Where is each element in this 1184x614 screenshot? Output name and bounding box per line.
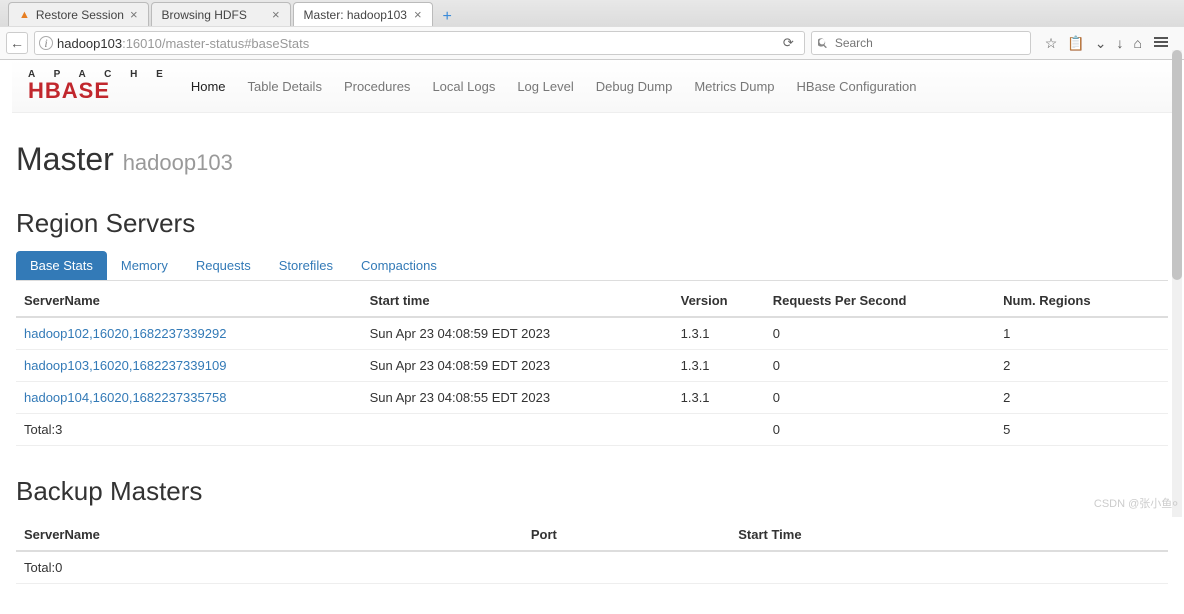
tab-requests[interactable]: Requests bbox=[182, 251, 265, 280]
info-icon[interactable]: i bbox=[39, 36, 53, 50]
browser-tab[interactable]: Browsing HDFS × bbox=[151, 2, 291, 26]
cell-total: Total:0 bbox=[16, 551, 523, 584]
url-bar[interactable]: i hadoop103:16010/master-status#baseStat… bbox=[34, 31, 805, 55]
watermark: CSDN @张小鱼० bbox=[1094, 495, 1178, 511]
nav-link-debug-dump[interactable]: Debug Dump bbox=[596, 79, 673, 94]
url-text[interactable]: hadoop103:16010/master-status#baseStats bbox=[57, 36, 777, 51]
col-starttime: Start time bbox=[362, 285, 673, 317]
server-link[interactable]: hadoop103,16020,1682237339109 bbox=[24, 358, 226, 373]
col-servername: ServerName bbox=[16, 519, 523, 551]
backup-masters-heading: Backup Masters bbox=[16, 476, 1168, 507]
tab-label: Master: hadoop103 bbox=[304, 8, 407, 22]
logo-main: HBASE bbox=[28, 80, 171, 102]
col-regions: Num. Regions bbox=[995, 285, 1168, 317]
table-row: Total:0 bbox=[16, 551, 1168, 584]
cell-server: hadoop102,16020,1682237339292 bbox=[16, 317, 362, 350]
table-row: hadoop102,16020,1682237339292 Sun Apr 23 … bbox=[16, 317, 1168, 350]
clipboard-icon[interactable]: 📋 bbox=[1067, 35, 1084, 52]
cell-rps: 0 bbox=[765, 350, 995, 382]
cell-start: Sun Apr 23 04:08:59 EDT 2023 bbox=[362, 350, 673, 382]
cell-total: Total:3 bbox=[16, 414, 362, 446]
cell-server: hadoop103,16020,1682237339109 bbox=[16, 350, 362, 382]
col-servername: ServerName bbox=[16, 285, 362, 317]
cell-rps: 0 bbox=[765, 382, 995, 414]
nav-links: Home Table Details Procedures Local Logs… bbox=[191, 79, 917, 94]
nav-bar: ← i hadoop103:16010/master-status#baseSt… bbox=[0, 26, 1184, 59]
nav-link-hbase-config[interactable]: HBase Configuration bbox=[797, 79, 917, 94]
nav-link-log-level[interactable]: Log Level bbox=[517, 79, 573, 94]
server-link[interactable]: hadoop104,16020,1682237335758 bbox=[24, 390, 226, 405]
close-icon[interactable]: × bbox=[414, 7, 422, 22]
cell-start: Sun Apr 23 04:08:59 EDT 2023 bbox=[362, 317, 673, 350]
cell-start: Sun Apr 23 04:08:55 EDT 2023 bbox=[362, 382, 673, 414]
menu-icon[interactable] bbox=[1152, 35, 1170, 52]
cell-version: 1.3.1 bbox=[673, 317, 765, 350]
app-navbar: A P A C H E HBASE Home Table Details Pro… bbox=[12, 60, 1172, 113]
nav-link-table-details[interactable]: Table Details bbox=[248, 79, 322, 94]
tab-base-stats[interactable]: Base Stats bbox=[16, 251, 107, 280]
nav-link-metrics-dump[interactable]: Metrics Dump bbox=[694, 79, 774, 94]
home-icon[interactable]: ⌂ bbox=[1134, 35, 1142, 52]
cell-regions: 1 bbox=[995, 317, 1168, 350]
col-rps: Requests Per Second bbox=[765, 285, 995, 317]
search-icon bbox=[818, 37, 829, 49]
search-box[interactable] bbox=[811, 31, 1031, 55]
close-icon[interactable]: × bbox=[272, 7, 280, 22]
browser-chrome: ▲ Restore Session × Browsing HDFS × Mast… bbox=[0, 0, 1184, 60]
cell-rps: 0 bbox=[765, 414, 995, 446]
tab-label: Restore Session bbox=[36, 8, 124, 22]
scrollbar[interactable] bbox=[1172, 50, 1182, 517]
back-button[interactable]: ← bbox=[6, 32, 28, 54]
tab-compactions[interactable]: Compactions bbox=[347, 251, 451, 280]
cell-rps: 0 bbox=[765, 317, 995, 350]
region-servers-tabs: Base Stats Memory Requests Storefiles Co… bbox=[16, 251, 1168, 281]
pocket-icon[interactable]: ⌄ bbox=[1095, 35, 1107, 52]
page-title: Master hadoop103 bbox=[16, 141, 1168, 178]
nav-link-procedures[interactable]: Procedures bbox=[344, 79, 410, 94]
page: A P A C H E HBASE Home Table Details Pro… bbox=[12, 60, 1172, 614]
toolbar-icons: ☆ 📋 ⌄ ↓ ⌂ bbox=[1037, 35, 1178, 52]
page-subtitle: hadoop103 bbox=[123, 150, 233, 175]
col-port: Port bbox=[523, 519, 730, 551]
col-starttime: Start Time bbox=[730, 519, 1168, 551]
cell-server: hadoop104,16020,1682237335758 bbox=[16, 382, 362, 414]
cell-version: 1.3.1 bbox=[673, 382, 765, 414]
nav-link-home[interactable]: Home bbox=[191, 79, 226, 94]
tab-storefiles[interactable]: Storefiles bbox=[265, 251, 347, 280]
table-row: hadoop103,16020,1682237339109 Sun Apr 23 … bbox=[16, 350, 1168, 382]
bookmark-icon[interactable]: ☆ bbox=[1045, 35, 1058, 52]
cell-regions: 2 bbox=[995, 350, 1168, 382]
col-version: Version bbox=[673, 285, 765, 317]
table-row: Total:3 05 bbox=[16, 414, 1168, 446]
download-icon[interactable]: ↓ bbox=[1117, 35, 1124, 52]
search-input[interactable] bbox=[835, 36, 1024, 50]
warning-icon: ▲ bbox=[19, 9, 30, 21]
tab-memory[interactable]: Memory bbox=[107, 251, 182, 280]
hbase-logo: A P A C H E HBASE bbox=[28, 70, 171, 102]
tab-strip: ▲ Restore Session × Browsing HDFS × Mast… bbox=[0, 0, 1184, 26]
browser-tab[interactable]: Master: hadoop103 × bbox=[293, 2, 433, 26]
cell-regions: 2 bbox=[995, 382, 1168, 414]
close-icon[interactable]: × bbox=[130, 7, 138, 22]
region-servers-table: ServerName Start time Version Requests P… bbox=[16, 285, 1168, 446]
cell-version: 1.3.1 bbox=[673, 350, 765, 382]
backup-masters-table: ServerName Port Start Time Total:0 bbox=[16, 519, 1168, 584]
browser-tab[interactable]: ▲ Restore Session × bbox=[8, 2, 149, 26]
nav-link-local-logs[interactable]: Local Logs bbox=[432, 79, 495, 94]
cell-regions: 5 bbox=[995, 414, 1168, 446]
scrollbar-thumb[interactable] bbox=[1172, 50, 1182, 280]
table-row: hadoop104,16020,1682237335758 Sun Apr 23 … bbox=[16, 382, 1168, 414]
tab-label: Browsing HDFS bbox=[162, 8, 247, 22]
server-link[interactable]: hadoop102,16020,1682237339292 bbox=[24, 326, 226, 341]
region-servers-heading: Region Servers bbox=[16, 208, 1168, 239]
new-tab-button[interactable]: + bbox=[435, 8, 460, 26]
refresh-icon[interactable]: ⟳ bbox=[777, 35, 800, 51]
